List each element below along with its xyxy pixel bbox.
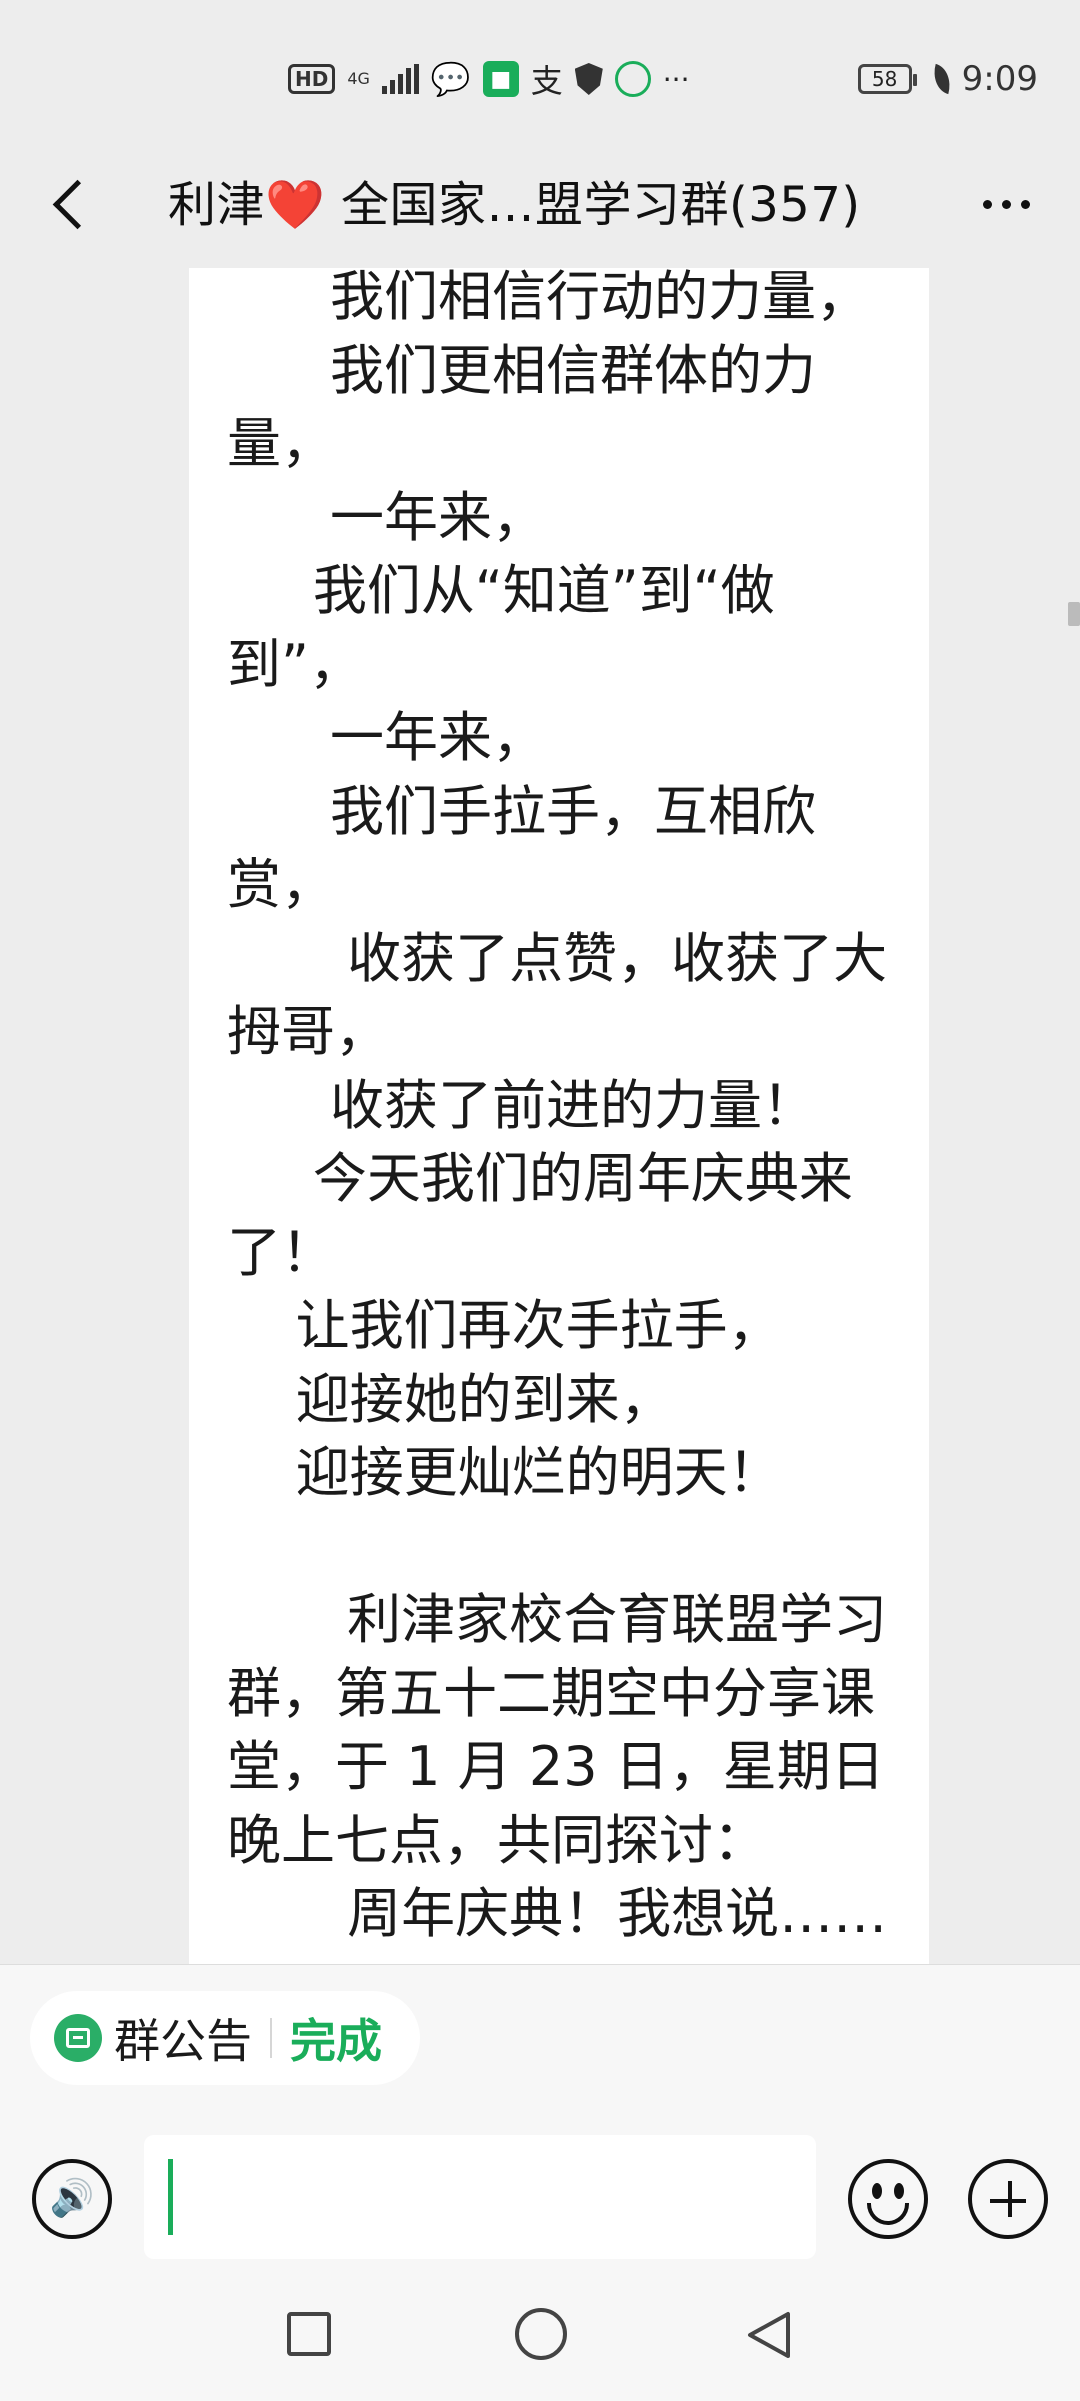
scrollbar[interactable] [1068,602,1080,626]
back-button[interactable] [30,164,110,244]
group-notice-text[interactable]: 我们相信行动的力量， 我们更相信群体的力量， 一年来， 我们从“知道”到“做到”… [227,268,907,1951]
chevron-left-icon [52,179,102,229]
emoji-button[interactable] [848,2159,928,2239]
status-icons-right: 58 9:09 [857,55,1038,103]
group-notice-pill[interactable]: 群公告 完成 [30,1991,420,2085]
title-prefix: 利津 [168,177,266,233]
more-options-button[interactable] [966,164,1046,244]
title-rest: 全国家…盟学习群(357) [325,177,861,233]
status-bar: HD 4G 💬 ■ 支 ··· 58 9:09 [0,0,1080,140]
shield-app-icon: ■ [482,61,519,97]
recents-button[interactable] [287,2312,331,2356]
battery-icon: 58 [857,64,917,94]
alipay-icon: 支 [530,62,563,100]
chat-title: 利津❤️ 全国家…盟学习群(357) [168,170,888,240]
divider [270,2018,272,2058]
nav-back-button[interactable] [744,2310,794,2360]
message-input[interactable] [144,2135,816,2259]
more-dot-icon [982,199,992,209]
notice-icon [54,2014,102,2062]
add-more-button[interactable] [968,2159,1048,2239]
group-notice-label: 群公告 [114,2014,252,2068]
heart-icon: ❤️ [265,177,326,233]
wechat-icon: 💬 [430,60,471,98]
group-notice-card[interactable]: 我们相信行动的力量， 我们更相信群体的力量， 一年来， 我们从“知道”到“做到”… [189,268,929,1964]
home-button[interactable] [515,2308,567,2360]
more-dot-icon [1020,199,1030,209]
system-nav-bar [0,2276,1080,2400]
content-area: 我们相信行动的力量， 我们更相信群体的力量， 一年来， 我们从“知道”到“做到”… [0,268,1080,1964]
chat-header: 利津❤️ 全国家…盟学习群(357) [0,140,1080,269]
security-shield-icon [574,63,603,95]
more-dots-icon: ··· [662,62,690,96]
more-dot-icon [1001,199,1011,209]
battery-level: 58 [871,67,898,91]
leaf-icon [928,63,955,95]
clock: 9:09 [961,59,1038,99]
voice-input-button[interactable]: 🔊 [32,2159,112,2239]
text-cursor [168,2159,173,2235]
done-button[interactable]: 完成 [290,2005,382,2071]
status-icons-left: HD 4G 💬 ■ 支 ··· [288,55,689,103]
emoji-icon [872,2183,882,2199]
voice-icon: 🔊 [49,2178,95,2219]
app-circle-icon [614,61,651,97]
hd-icon: HD [288,64,336,94]
network-type: 4G [347,69,370,88]
signal-icon [381,64,419,94]
